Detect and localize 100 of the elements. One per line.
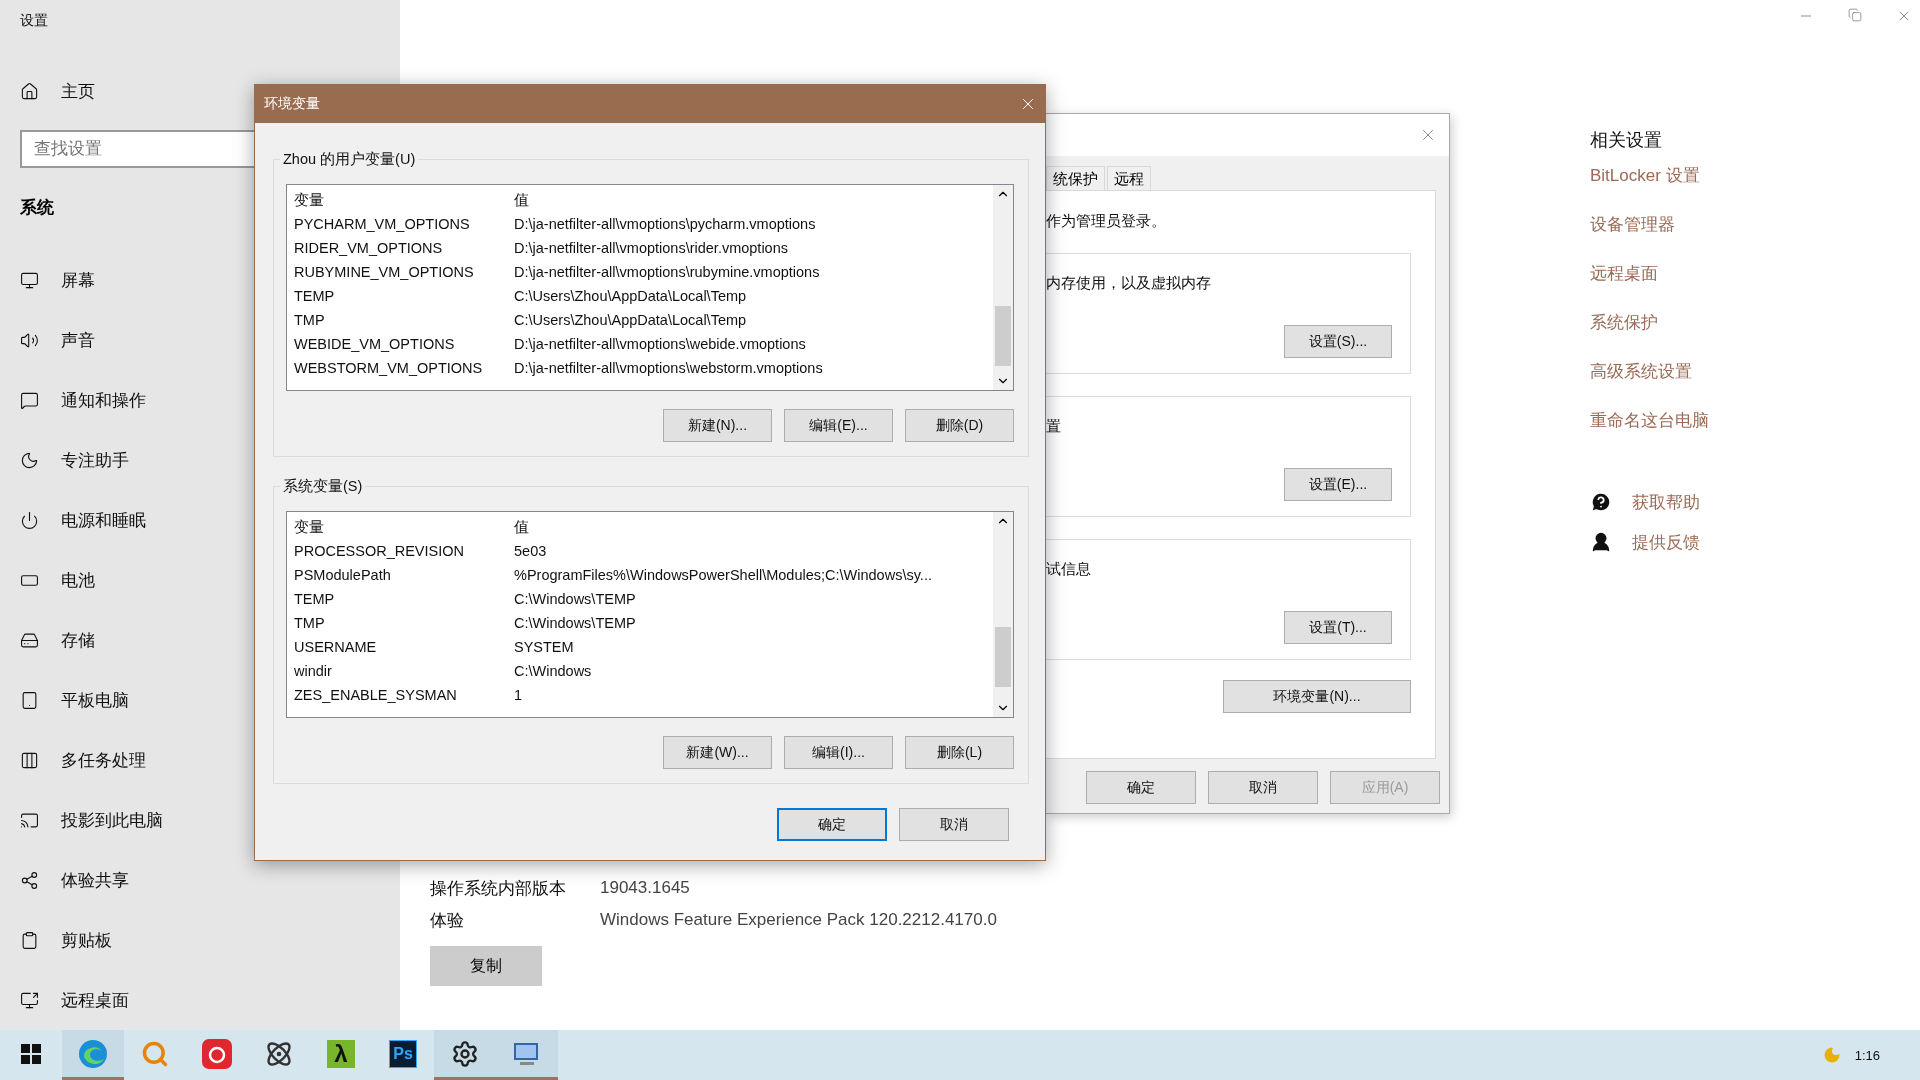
taskbar-button[interactable] <box>434 1030 496 1080</box>
feedback-icon <box>1590 531 1612 553</box>
variable-value: C:\Users\Zhou\AppData\Local\Temp <box>514 312 747 328</box>
variable-name: WEBIDE_VM_OPTIONS <box>294 336 456 352</box>
taskbar-button[interactable]: Ps <box>372 1030 434 1080</box>
sidebar-item[interactable]: 体验共享 <box>0 850 400 910</box>
browser-icon[interactable] <box>78 1038 108 1069</box>
list-button[interactable]: 编辑(I)... <box>784 736 893 769</box>
settings-button[interactable]: 设置(T)... <box>1284 611 1392 644</box>
music-app-icon[interactable] <box>202 1038 232 1069</box>
variable-name: WEBSTORM_VM_OPTIONS <box>294 360 484 376</box>
group-text: 试信息 <box>1046 560 1092 579</box>
dialog-tab[interactable]: 远程 <box>1107 166 1151 190</box>
dialog-tab[interactable]: 统保护 <box>1046 166 1105 190</box>
list-button[interactable]: 删除(D) <box>905 409 1014 442</box>
dialog-title: 环境变量 <box>264 95 320 113</box>
sidebar-item[interactable]: 远程桌面 <box>0 970 400 1030</box>
dialog-button[interactable]: 确定 <box>777 808 887 841</box>
windows-icon[interactable] <box>21 1043 41 1064</box>
spec-value: Windows Feature Experience Pack 120.2212.4170.0 <box>600 910 997 930</box>
list-button[interactable]: 编辑(E)... <box>784 409 893 442</box>
spec-value: 19043.1645 <box>600 878 690 898</box>
group-text: 置 <box>1046 417 1062 436</box>
variable-name: PSModulePath <box>294 567 392 583</box>
variable-value: D:\ja-netfilter-all\vmoptions\pycharm.vmoptions <box>514 216 816 232</box>
variable-value: D:\ja-netfilter-all\vmoptions\webstorm.vmoptions <box>514 360 823 376</box>
taskbar-button[interactable]: λ <box>310 1030 372 1080</box>
restore-icon[interactable] <box>1848 8 1862 22</box>
scroll-thumb[interactable] <box>995 626 1011 687</box>
column-header[interactable]: 变量 <box>294 190 514 210</box>
admin-note: 作为管理员登录。 <box>1046 212 1167 231</box>
clock[interactable]: 1:16 <box>1854 1047 1880 1063</box>
variable-value: C:\Windows\TEMP <box>514 591 636 607</box>
settings-button[interactable]: 设置(E)... <box>1284 468 1392 501</box>
column-header[interactable]: 变量 <box>294 517 514 537</box>
related-link[interactable]: 高级系统设置 <box>1590 360 1709 409</box>
settings-button[interactable]: 设置(S)... <box>1284 325 1392 358</box>
variable-value: 5e03 <box>514 543 547 559</box>
variable-value: C:\Windows\TEMP <box>514 615 636 631</box>
help-link[interactable]: 提供反馈 <box>1632 530 1700 554</box>
dialog-button[interactable]: 取消 <box>899 808 1009 841</box>
remote-icon <box>20 990 39 1010</box>
related-link[interactable]: 设备管理器 <box>1590 213 1709 262</box>
variable-name: RIDER_VM_OPTIONS <box>294 240 444 256</box>
home-icon <box>20 81 39 101</box>
variable-name: TMP <box>294 312 326 328</box>
list-button[interactable]: 删除(L) <box>905 736 1014 769</box>
dialog-button[interactable]: 确定 <box>1086 771 1196 804</box>
related-link[interactable]: 远程桌面 <box>1590 262 1709 311</box>
variable-name: TEMP <box>294 288 336 304</box>
variable-value: %ProgramFiles%\WindowsPowerShell\Modules;C:\Windows\sy... <box>514 567 932 583</box>
help-link[interactable]: 获取帮助 <box>1632 490 1700 514</box>
message-icon <box>20 390 39 410</box>
variable-value: SYSTEM <box>514 639 574 655</box>
moon-icon <box>20 450 39 470</box>
atom-icon[interactable] <box>265 1039 293 1068</box>
variable-list[interactable] <box>286 184 1014 391</box>
env-vars-button[interactable]: 环境变量(N)... <box>1223 680 1411 713</box>
dialog-button[interactable]: 取消 <box>1208 771 1318 804</box>
variable-name: USERNAME <box>294 639 378 655</box>
group-label: Zhou 的用户变量(U) <box>280 150 419 169</box>
lambda-icon[interactable]: λ <box>327 1039 355 1068</box>
variable-name: ZES_ENABLE_SYSMAN <box>294 687 458 703</box>
spec-label: 操作系统内部版本 <box>430 877 567 900</box>
variable-value: C:\Users\Zhou\AppData\Local\Temp <box>514 288 747 304</box>
variable-list[interactable]: 变量 值 PROCESSOR_REVISION 5e03 PSModulePath %ProgramFiles%\WindowsPowerShell\Modules;C:\Windows\sy... TEMP C:\Windows\TEMP TMP C:\Windows\TEMP USERNAME SYSTEM windir C:\Windows ZES_ENABLE_SYSMAN 1 <box>286 511 1014 718</box>
related-link[interactable]: 系统保护 <box>1590 311 1709 360</box>
copy-button[interactable]: 复制 <box>430 946 542 986</box>
related-link[interactable]: BitLocker 设置 <box>1590 164 1709 213</box>
scroll-thumb[interactable] <box>995 305 1011 366</box>
list-button[interactable]: 新建(N)... <box>663 409 772 442</box>
clipboard-icon <box>20 930 39 950</box>
share-icon <box>20 870 39 890</box>
monitor-icon <box>20 270 39 290</box>
photo-editor-icon[interactable]: Ps <box>389 1039 417 1068</box>
tablet-icon <box>20 690 39 710</box>
variable-name: TEMP <box>294 591 336 607</box>
column-header[interactable]: 值 <box>514 517 529 537</box>
variable-value: D:\ja-netfilter-all\vmoptions\rider.vmoptions <box>514 240 788 256</box>
variable-value: D:\ja-netfilter-all\vmoptions\rubymine.vmoptions <box>514 264 820 280</box>
sidebar-item[interactable]: 投影到此电脑 <box>0 790 400 850</box>
variable-name: PROCESSOR_REVISION <box>294 543 465 559</box>
variable-value: 1 <box>514 687 523 703</box>
related-title: 相关设置 <box>1590 129 1663 152</box>
list-button[interactable]: 新建(W)... <box>663 736 772 769</box>
variable-value: C:\Windows <box>514 663 592 679</box>
variable-name: PYCHARM_VM_OPTIONS <box>294 216 471 232</box>
related-link[interactable]: 重命名这台电脑 <box>1590 409 1709 458</box>
sidebar-item[interactable]: 剪贴板 <box>0 910 400 970</box>
settings-icon[interactable] <box>451 1039 479 1068</box>
sidebar-item[interactable]: 多任务处理 <box>0 730 400 790</box>
group-label: 系统变量(S) <box>280 477 366 496</box>
variable-name: windir <box>294 663 333 679</box>
section-title: 系统 <box>20 197 54 216</box>
help-icon <box>1590 491 1612 513</box>
group-text: 内存使用，以及虚拟内存 <box>1046 274 1212 293</box>
spec-label: 体验 <box>430 909 465 932</box>
variable-name: RUBYMINE_VM_OPTIONS <box>294 264 475 280</box>
power-icon <box>20 510 39 530</box>
column-header[interactable]: 值 <box>514 190 529 210</box>
